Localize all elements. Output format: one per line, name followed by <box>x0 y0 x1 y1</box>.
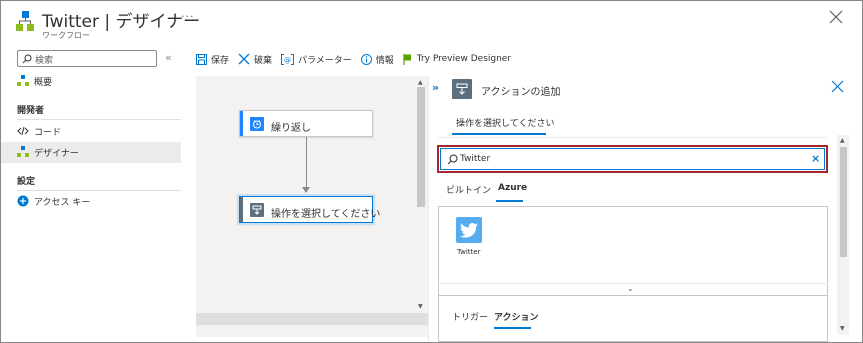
flag-icon <box>403 53 411 65</box>
discard-button[interactable]: 破棄 <box>238 53 272 66</box>
workflow-icon <box>16 11 34 31</box>
parameters-icon: @ <box>281 53 295 65</box>
close-icon <box>238 53 250 65</box>
card-accent <box>240 197 243 222</box>
sidebar: 検索 « 概要 開発者 コード デザイナー 設定 アクセス キー <box>1 45 185 342</box>
sidebar-item-designer[interactable]: デザイナー <box>1 142 181 163</box>
toolbar: 保存 破棄 @ パラメーター 情報 Try Preview Designer <box>196 51 520 67</box>
discard-label: 破棄 <box>254 55 273 66</box>
search-value: Twitter <box>460 154 491 164</box>
choose-action-card[interactable]: 操作を選択してください <box>239 196 380 223</box>
info-button[interactable]: 情報 <box>360 53 394 66</box>
tab-choose-operation[interactable]: 操作を選択してください <box>456 116 554 129</box>
collapse-sidebar-button[interactable]: « <box>165 51 172 64</box>
parameters-button[interactable]: @ パラメーター <box>281 53 352 66</box>
tab-actions[interactable]: アクション <box>494 310 539 323</box>
clock-icon <box>250 117 264 131</box>
workflow-icon <box>17 146 29 157</box>
search-icon <box>22 54 32 64</box>
flow-connector <box>306 137 307 190</box>
try-preview-designer-button[interactable]: Try Preview Designer <box>403 53 512 65</box>
workflow-icon <box>17 75 29 86</box>
arrow-down-icon <box>302 187 310 193</box>
save-button[interactable]: 保存 <box>196 53 229 66</box>
save-icon <box>196 53 207 65</box>
chevron-down-icon[interactable]: ⌄ <box>627 284 634 293</box>
search-icon <box>447 154 458 165</box>
sidebar-item-label: デザイナー <box>34 149 79 159</box>
info-label: 情報 <box>375 55 394 66</box>
sidebar-item-label: 概要 <box>34 78 53 88</box>
recurrence-trigger-card[interactable]: 繰り返し <box>239 110 373 137</box>
clear-search-button[interactable]: × <box>811 152 820 165</box>
panel-title: アクションの追加 <box>481 87 561 98</box>
twitter-bird-icon <box>460 222 478 238</box>
operation-search-input[interactable]: Twitter × <box>440 148 825 170</box>
canvas-horizontal-scrollbar[interactable] <box>196 313 428 325</box>
tab-azure[interactable]: Azure <box>498 183 527 193</box>
info-icon <box>360 53 372 65</box>
scroll-up-icon[interactable]: ▲ <box>840 137 845 144</box>
parameters-label: パラメーター <box>298 55 352 66</box>
code-icon <box>17 126 29 136</box>
card-accent <box>240 111 243 136</box>
tab-builtin[interactable]: ビルトイン <box>446 183 491 196</box>
save-label: 保存 <box>211 55 230 66</box>
card-label: 操作を選択してください <box>271 209 381 220</box>
scroll-up-icon[interactable]: ▲ <box>418 79 423 86</box>
connector-label: Twitter <box>457 248 481 256</box>
panel-scroll-thumb[interactable] <box>840 147 847 257</box>
close-panel-icon[interactable] <box>831 80 844 93</box>
active-tab-indicator <box>496 200 523 202</box>
sidebar-item-overview[interactable]: 概要 <box>1 71 181 92</box>
app-window: Twitter | デザイナー ワークフロー ··· 検索 « 概要 開発者 コ… <box>0 0 863 343</box>
expand-panel-button[interactable]: » <box>432 81 439 94</box>
page-title: Twitter | デザイナー <box>42 12 201 32</box>
active-tab-indicator <box>452 133 546 135</box>
tab-triggers[interactable]: トリガー <box>452 310 488 323</box>
scroll-down-icon[interactable]: ▼ <box>418 303 423 310</box>
try-preview-label: Try Preview Designer <box>416 54 512 64</box>
scroll-down-icon[interactable]: ▼ <box>840 325 845 332</box>
sidebar-item-label: コード <box>34 128 62 138</box>
header: Twitter | デザイナー ワークフロー ··· <box>1 1 862 45</box>
section-developer: 開発者 <box>17 106 45 116</box>
section-settings: 設定 <box>17 177 36 187</box>
canvas-scroll-thumb[interactable] <box>417 87 425 207</box>
active-tab-indicator <box>494 327 531 329</box>
sidebar-item-access-keys[interactable]: アクセス キー <box>1 191 181 212</box>
search-placeholder: 検索 <box>35 56 54 66</box>
twitter-connector-button[interactable] <box>456 217 482 243</box>
svg-text:@: @ <box>284 56 291 64</box>
card-label: 繰り返し <box>271 123 311 134</box>
sidebar-item-code[interactable]: コード <box>1 121 181 142</box>
divider <box>438 137 827 138</box>
globe-key-icon <box>17 195 29 207</box>
page-subtitle: ワークフロー <box>42 31 90 40</box>
sidebar-item-label: アクセス キー <box>34 198 91 208</box>
sidebar-search-input[interactable]: 検索 <box>17 50 157 67</box>
action-icon <box>250 203 264 217</box>
action-icon <box>452 79 472 99</box>
more-options-button[interactable]: ··· <box>181 10 195 23</box>
close-icon[interactable] <box>829 10 843 24</box>
divider <box>17 119 181 120</box>
